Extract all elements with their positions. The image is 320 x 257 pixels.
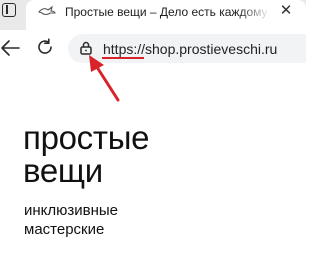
bird-logo-icon: [38, 5, 56, 16]
brand-subtitle-line: инклюзивные: [24, 202, 119, 219]
brand-title-line: простые: [23, 119, 150, 156]
tab-actions-icon[interactable]: [2, 3, 16, 17]
navigation-toolbar: https://shop.prostieveschi.ru: [0, 30, 306, 70]
brand-title-line: вещи: [23, 152, 103, 189]
tab-strip: Простые вещи – Дело есть каждому ✕: [0, 0, 306, 30]
reload-icon[interactable]: [36, 38, 54, 56]
brand-subtitle: инклюзивные мастерские: [24, 201, 118, 239]
brand-subtitle-line: мастерские: [24, 221, 105, 238]
browser-window: Простые вещи – Дело есть каждому ✕ https…: [0, 0, 306, 257]
annotation-arrow-icon: [89, 55, 120, 102]
brand-title: простые вещи: [23, 121, 149, 187]
browser-tab[interactable]: Простые вещи – Дело есть каждому ✕: [26, 0, 306, 30]
back-arrow-icon[interactable]: [0, 39, 20, 57]
close-tab-icon[interactable]: ✕: [279, 3, 293, 18]
tab-title: Простые вещи – Дело есть каждому: [65, 5, 268, 19]
